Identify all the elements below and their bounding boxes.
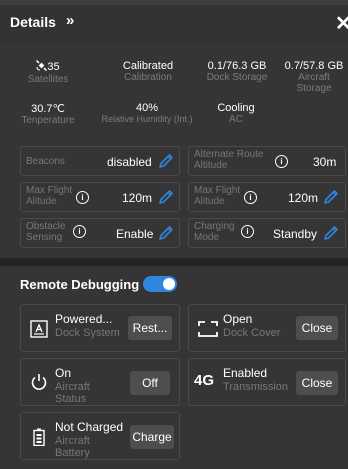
info-icon[interactable]: i	[244, 191, 257, 204]
card-subtitle: Transmission	[223, 381, 288, 393]
aircraft-status-card: On Aircraft Status Off	[20, 358, 180, 406]
close-transmission-button[interactable]: Close	[296, 371, 338, 395]
stat-value: 40%	[135, 102, 159, 114]
field-value: disabled	[107, 155, 152, 169]
field-value: 30m	[313, 155, 337, 169]
pencil-icon[interactable]	[323, 225, 339, 241]
dock-cover-icon	[198, 321, 218, 337]
stat-temperature: 30.7℃ Tenperature	[8, 102, 88, 126]
field-value: 120m	[122, 191, 153, 205]
close-icon[interactable]: ✕	[335, 11, 348, 36]
card-title: Powered...	[55, 312, 113, 326]
stat-dock-storage: 0.1/76.3 GB Dock Storage	[197, 60, 277, 83]
field-label: Alternate Route Altitude	[194, 149, 264, 171]
field-label: Beacons	[26, 156, 65, 167]
stat-label: Aircraft Storage	[296, 72, 332, 94]
beacons-field[interactable]: Beacons disabled	[20, 146, 180, 176]
pencil-icon[interactable]	[323, 189, 339, 205]
stat-value: 35	[47, 61, 60, 73]
stat-value: 0.1/76.3 GB	[207, 60, 267, 72]
toggle-knob	[163, 278, 175, 290]
power-off-button[interactable]: Off	[130, 371, 170, 395]
field-value: 120m	[288, 191, 319, 205]
obstacle-sensing-field[interactable]: Obstacle Sensing i Enable	[20, 218, 180, 248]
card-subtitle: Dock System	[55, 327, 120, 339]
card-title: Not Charged	[55, 420, 124, 434]
remote-debugging-toggle[interactable]	[143, 276, 177, 292]
close-cover-button[interactable]: Close	[296, 316, 338, 340]
field-label: Max Flight Alitude	[26, 185, 73, 207]
stat-humidity: 40% Relative Humidity (Int.)	[90, 102, 204, 125]
satellite-icon	[36, 59, 48, 74]
stat-satellites: 35 Satellites	[20, 59, 76, 85]
pencil-icon[interactable]	[158, 225, 174, 241]
stat-calibration: Calibrated Calibration	[108, 60, 188, 83]
dock-system-icon	[30, 320, 48, 338]
section-divider	[0, 258, 348, 266]
restart-button[interactable]: Rest...	[128, 316, 172, 340]
charging-mode-field[interactable]: Charging Mode i Standby	[188, 218, 346, 248]
stat-label: Relative Humidity (Int.)	[101, 114, 193, 124]
max-flight-altitude-field-right[interactable]: Max Flight Alitude i 120m	[188, 182, 346, 212]
field-value: Enable	[116, 227, 154, 241]
card-title: Open	[223, 312, 253, 326]
stat-label: Satellites	[27, 74, 69, 85]
card-title: On	[55, 366, 72, 380]
card-subtitle: Aircraft Battery	[55, 435, 90, 459]
stat-label: AC	[229, 114, 243, 125]
info-icon[interactable]: i	[76, 191, 89, 204]
charge-button[interactable]: Charge	[130, 425, 174, 449]
max-flight-altitude-field[interactable]: Max Flight Alitude i 120m	[20, 182, 180, 212]
transmission-card: 4G Enabled Transmission Close	[188, 358, 346, 406]
stat-label: Calibration	[124, 72, 172, 83]
alternate-route-altitude-field[interactable]: Alternate Route Altitude i 30m	[188, 146, 346, 176]
stat-value: Calibrated	[122, 60, 174, 72]
info-icon[interactable]: i	[73, 225, 86, 238]
aircraft-battery-card: Not Charged Aircraft Battery Charge	[20, 412, 180, 460]
stat-value: 0.7/57.8 GB	[284, 60, 344, 72]
field-label: Obstacle Sensing	[26, 221, 66, 243]
dock-cover-card: Open Dock Cover Close	[188, 304, 346, 352]
stat-value: 30.7℃	[31, 103, 65, 115]
stat-ac: Cooling AC	[206, 102, 266, 125]
field-label: Max Flight Alitude	[194, 185, 241, 207]
dock-system-card: Powered... Dock System Rest...	[20, 304, 180, 352]
card-title: Enabled	[223, 366, 268, 380]
stat-label: Tenperature	[21, 115, 75, 126]
power-icon	[31, 374, 47, 390]
pencil-icon[interactable]	[158, 189, 174, 205]
stat-value: Cooling	[217, 102, 255, 114]
stat-aircraft-storage: 0.7/57.8 GB Aircraft Storage	[281, 60, 347, 94]
field-value: Standby	[273, 227, 318, 241]
info-icon[interactable]: i	[241, 225, 254, 238]
field-label: Charging Mode	[194, 221, 235, 243]
page-title: Details	[10, 14, 56, 30]
4g-icon: 4G	[194, 372, 215, 389]
remote-debugging-title: Remote Debugging	[20, 277, 140, 292]
stat-label: Dock Storage	[206, 72, 268, 83]
card-subtitle: Dock Cover	[223, 327, 281, 339]
expand-chevron-icon[interactable]: »	[66, 12, 74, 29]
card-subtitle: Aircraft Status	[55, 381, 90, 405]
battery-icon	[33, 428, 45, 446]
pencil-icon[interactable]	[158, 153, 174, 169]
info-icon[interactable]: i	[275, 155, 288, 168]
